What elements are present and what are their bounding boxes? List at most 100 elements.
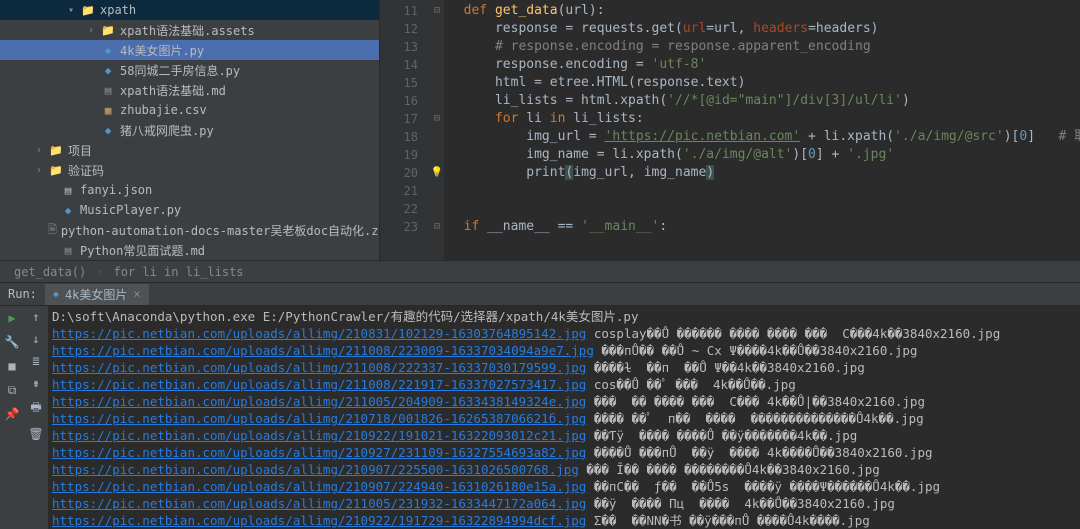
expand-arrow-icon[interactable]: › xyxy=(36,145,48,156)
code-line[interactable]: response.encoding = 'utf-8' xyxy=(444,56,1080,74)
tree-item-label: Python常见面试题.md xyxy=(80,242,205,259)
code-line[interactable] xyxy=(444,182,1080,200)
code-line[interactable]: response = requests.get(url=url, headers… xyxy=(444,20,1080,38)
file-icon: ◆ xyxy=(100,64,116,77)
console-url-link[interactable]: https://pic.netbian.com/uploads/allimg/2… xyxy=(52,445,586,460)
wrench-icon[interactable]: 🔧 xyxy=(4,334,20,350)
pin-icon[interactable]: 📌 xyxy=(4,406,20,422)
up-arrow-icon[interactable]: ↑ xyxy=(32,310,39,324)
tree-item[interactable]: ▤ fanyi.json xyxy=(0,180,379,200)
tree-item[interactable]: ◆MusicPlayer.py xyxy=(0,200,379,220)
breadcrumb[interactable]: get_data() › for li in li_lists xyxy=(0,260,1080,282)
tree-item[interactable]: ▾📁xpath xyxy=(0,0,379,20)
fold-bar[interactable]: ⊟ ⊟ 💡 ⊟ xyxy=(430,0,444,260)
line-number[interactable]: 14 xyxy=(380,56,418,74)
breadcrumb-item[interactable]: get_data() xyxy=(10,265,90,279)
tree-item[interactable]: ›📁xpath语法基础.assets xyxy=(0,20,379,40)
run-toolbar-left2[interactable]: ↑ ↓ ≣ ⇟ 🖶 🗑 xyxy=(24,306,48,529)
softwrap-icon[interactable]: ≣ xyxy=(32,354,39,368)
console-url-link[interactable]: https://pic.netbian.com/uploads/allimg/2… xyxy=(52,479,586,494)
code-line[interactable]: for li in li_lists: xyxy=(444,110,1080,128)
expand-arrow-icon[interactable]: ▾ xyxy=(68,5,80,16)
expand-arrow-icon[interactable]: › xyxy=(36,165,48,176)
tree-item[interactable]: ›📁验证码 xyxy=(0,160,379,180)
tree-item-label: 58同城二手房信息.py xyxy=(120,62,240,79)
tree-item[interactable]: ◆4k美女图片.py xyxy=(0,40,379,60)
run-tab[interactable]: ◆ 4k美女图片 × xyxy=(45,284,149,305)
file-icon: 📁 xyxy=(100,24,116,37)
layout-icon[interactable]: ⧉ xyxy=(4,382,20,398)
console-text: Ʃ�� ��NN�书 ��ÿ���пŮ ����Ů4k����.jpg xyxy=(586,513,869,528)
run-tab-label: 4k美女图片 xyxy=(65,286,127,303)
code-line[interactable]: img_name = li.xpath('./a/img/@alt')[0] +… xyxy=(444,146,1080,164)
project-tree[interactable]: ▾📁xpath›📁xpath语法基础.assets◆4k美女图片.py ◆ 58同城… xyxy=(0,0,380,260)
console-url-link[interactable]: https://pic.netbian.com/uploads/allimg/2… xyxy=(52,343,594,358)
line-number[interactable]: 21 xyxy=(380,182,418,200)
console-url-link[interactable]: https://pic.netbian.com/uploads/allimg/2… xyxy=(52,428,586,443)
tree-item-label: xpath语法基础.md xyxy=(120,82,226,99)
console-url-link[interactable]: https://pic.netbian.com/uploads/allimg/2… xyxy=(52,411,586,426)
code-area[interactable]: def get_data(url): response = requests.g… xyxy=(444,0,1080,260)
run-tool-window-header[interactable]: Run: ◆ 4k美女图片 × xyxy=(0,282,1080,306)
line-gutter: 11121314151617181920212223 xyxy=(380,0,430,260)
print-icon[interactable]: 🖶 xyxy=(30,398,41,419)
code-editor[interactable]: 11121314151617181920212223 ⊟ ⊟ 💡 ⊟ def get_… xyxy=(380,0,1080,260)
fold-toggle-icon[interactable]: ⊟ xyxy=(430,218,444,236)
line-number[interactable]: 16 xyxy=(380,92,418,110)
line-number[interactable]: 19 xyxy=(380,146,418,164)
tree-item[interactable]: ▤xpath语法基础.md xyxy=(0,80,379,100)
console-url-link[interactable]: https://pic.netbian.com/uploads/allimg/2… xyxy=(52,377,586,392)
tree-item[interactable]: ◆猪八戒网爬虫.py xyxy=(0,120,379,140)
tree-item[interactable]: ›📁项目 xyxy=(0,140,379,160)
trash-icon[interactable]: 🗑 xyxy=(28,427,43,441)
console-url-link[interactable]: https://pic.netbian.com/uploads/allimg/2… xyxy=(52,496,586,511)
code-line[interactable]: li_lists = html.xpath('//*[@id="main"]/d… xyxy=(444,92,1080,110)
console-url-link[interactable]: https://pic.netbian.com/uploads/allimg/2… xyxy=(52,513,586,528)
tree-item[interactable]: 🗎python-automation-docs-master吴老板doc自动化.… xyxy=(0,220,379,240)
stop-icon[interactable]: ■ xyxy=(4,358,20,374)
scroll-icon[interactable]: ⇟ xyxy=(32,376,39,390)
tree-item-label: fanyi.json xyxy=(80,183,152,197)
code-line[interactable]: def get_data(url): xyxy=(444,2,1080,20)
line-number[interactable]: 11 xyxy=(380,2,418,20)
console-text: ��� �� ���� ��� C��� 4k��Ů|��3840x2160.j… xyxy=(586,394,925,409)
fold-toggle-icon[interactable]: ⊟ xyxy=(430,2,444,20)
tree-item[interactable]: ◆ 58同城二手房信息.py xyxy=(0,60,379,80)
line-number[interactable]: 23 xyxy=(380,218,418,236)
console-url-link[interactable]: https://pic.netbian.com/uploads/allimg/2… xyxy=(52,360,586,375)
console-url-link[interactable]: https://pic.netbian.com/uploads/allimg/2… xyxy=(52,394,586,409)
expand-arrow-icon[interactable]: › xyxy=(88,25,100,36)
line-number[interactable]: 18 xyxy=(380,128,418,146)
console-line: https://pic.netbian.com/uploads/allimg/2… xyxy=(52,410,1076,427)
run-toolbar-left[interactable]: ▶ 🔧 ■ ⧉ 📌 xyxy=(0,306,24,529)
console-line: https://pic.netbian.com/uploads/allimg/2… xyxy=(52,495,1076,512)
code-line[interactable]: print(img_url, img_name) xyxy=(444,164,1080,182)
tree-item[interactable]: ▦zhubajie.csv xyxy=(0,100,379,120)
console-line: https://pic.netbian.com/uploads/allimg/2… xyxy=(52,478,1076,495)
tree-item-label: 项目 xyxy=(68,142,92,159)
code-line[interactable]: html = etree.HTML(response.text) xyxy=(444,74,1080,92)
code-line[interactable] xyxy=(444,200,1080,218)
close-icon[interactable]: × xyxy=(133,287,140,301)
console-text: ��ÿ ���� Пц ���� 4k��Ů��3840x2160.jpg xyxy=(586,496,895,511)
fold-toggle-icon[interactable]: ⊟ xyxy=(430,110,444,128)
breadcrumb-item[interactable]: for li in li_lists xyxy=(109,265,247,279)
down-arrow-icon[interactable]: ↓ xyxy=(32,332,39,346)
console-output[interactable]: D:\soft\Anaconda\python.exe E:/PythonCra… xyxy=(48,306,1080,529)
console-url-link[interactable]: https://pic.netbian.com/uploads/allimg/2… xyxy=(52,462,579,477)
code-line[interactable]: img_url = 'https://pic.netbian.com' + li… xyxy=(444,128,1080,146)
console-line: https://pic.netbian.com/uploads/allimg/2… xyxy=(52,444,1076,461)
lightbulb-icon[interactable]: 💡 xyxy=(431,167,443,178)
code-line[interactable]: # response.encoding = response.apparent_… xyxy=(444,38,1080,56)
rerun-icon[interactable]: ▶ xyxy=(4,310,20,326)
line-number[interactable]: 15 xyxy=(380,74,418,92)
line-number[interactable]: 12 xyxy=(380,20,418,38)
line-number[interactable]: 17 xyxy=(380,110,418,128)
file-icon: ▤ xyxy=(60,184,76,197)
tree-item[interactable]: ▤Python常见面试题.md xyxy=(0,240,379,260)
code-line[interactable]: if __name__ == '__main__': xyxy=(444,218,1080,236)
line-number[interactable]: 22 xyxy=(380,200,418,218)
line-number[interactable]: 20 xyxy=(380,164,418,182)
line-number[interactable]: 13 xyxy=(380,38,418,56)
console-url-link[interactable]: https://pic.netbian.com/uploads/allimg/2… xyxy=(52,326,586,341)
